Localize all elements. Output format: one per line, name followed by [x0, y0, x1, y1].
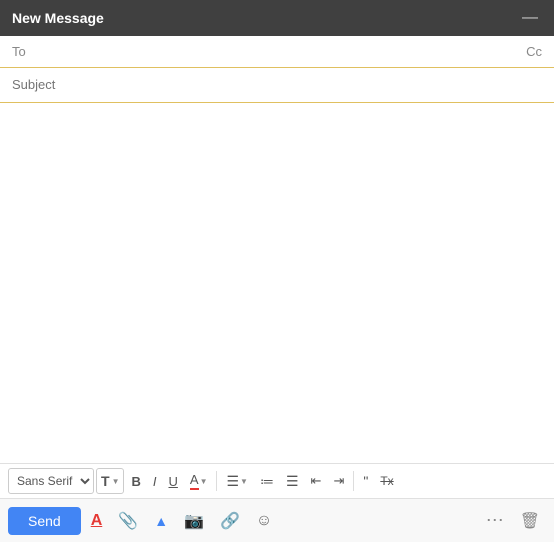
send-button[interactable]: Send — [8, 507, 81, 535]
ordered-list-icon: ≔ — [260, 473, 274, 490]
underline-button[interactable]: U — [164, 470, 183, 493]
indent-more-button[interactable]: ⇥ — [328, 469, 349, 493]
format-text-button[interactable]: A — [85, 507, 109, 535]
title-bar: New Message — — [0, 0, 554, 36]
clear-format-icon: Tx — [380, 474, 393, 488]
attach-icon: 📎 — [118, 511, 138, 531]
emoji-icon: ☺ — [256, 512, 272, 530]
title-bar-controls: — — [518, 8, 542, 28]
font-size-button[interactable]: T ▼ — [96, 468, 124, 494]
link-icon: 🔗 — [220, 511, 240, 531]
delete-button[interactable]: 🗑 — [514, 506, 546, 536]
subject-input[interactable] — [12, 77, 542, 92]
align-icon: ☰ ▼ — [226, 473, 247, 490]
cc-button[interactable]: Cc — [526, 44, 542, 59]
indent-more-icon: ⇥ — [333, 473, 344, 489]
drive-icon: ▲ — [154, 513, 168, 529]
font-size-icon: T — [101, 473, 110, 489]
bold-icon: B — [131, 474, 140, 489]
insert-photo-button[interactable]: 📷 — [178, 506, 210, 536]
underline-icon: U — [169, 474, 178, 489]
photo-icon: 📷 — [184, 511, 204, 531]
bottom-toolbar: Send A 📎 ▲ 📷 🔗 ☺ ⋯ 🗑 — [0, 498, 554, 542]
indent-less-button[interactable]: ⇤ — [306, 469, 327, 493]
subject-field-row — [0, 68, 554, 103]
font-family-select[interactable]: Sans Serif — [8, 468, 94, 494]
insert-emoji-button[interactable]: ☺ — [250, 507, 278, 535]
to-label: To — [12, 44, 40, 59]
quote-button[interactable]: " — [358, 469, 373, 493]
align-button[interactable]: ☰ ▼ — [221, 469, 252, 494]
unordered-list-button[interactable]: ☰ — [281, 469, 304, 494]
compose-window: New Message — To Cc Sans Serif T ▼ B — [0, 0, 554, 542]
minimize-button[interactable]: — — [518, 8, 542, 28]
separator-1 — [216, 471, 217, 491]
format-text-icon: A — [91, 512, 103, 530]
trash-icon: 🗑 — [520, 513, 540, 530]
text-color-button[interactable]: A ▼ — [185, 468, 213, 494]
italic-button[interactable]: I — [148, 470, 162, 493]
text-color-icon: A ▼ — [190, 472, 208, 490]
font-size-arrow: ▼ — [112, 477, 120, 486]
to-input[interactable] — [40, 44, 526, 59]
indent-less-icon: ⇤ — [311, 473, 322, 489]
body-area — [0, 103, 554, 463]
ordered-list-button[interactable]: ≔ — [255, 469, 279, 494]
separator-2 — [353, 471, 354, 491]
window-title: New Message — [12, 10, 104, 26]
google-drive-button[interactable]: ▲ — [148, 508, 174, 534]
italic-icon: I — [153, 474, 157, 489]
formatting-toolbar: Sans Serif T ▼ B I U A ▼ — [0, 463, 554, 498]
to-field-row: To Cc — [0, 36, 554, 68]
more-options-button[interactable]: ⋯ — [480, 505, 510, 536]
body-input[interactable] — [12, 111, 542, 455]
more-icon: ⋯ — [486, 510, 504, 531]
attach-file-button[interactable]: 📎 — [112, 506, 144, 536]
quote-icon: " — [363, 473, 368, 489]
insert-link-button[interactable]: 🔗 — [214, 506, 246, 536]
unordered-list-icon: ☰ — [286, 473, 299, 490]
bold-button[interactable]: B — [126, 470, 145, 493]
clear-format-button[interactable]: Tx — [375, 470, 398, 492]
